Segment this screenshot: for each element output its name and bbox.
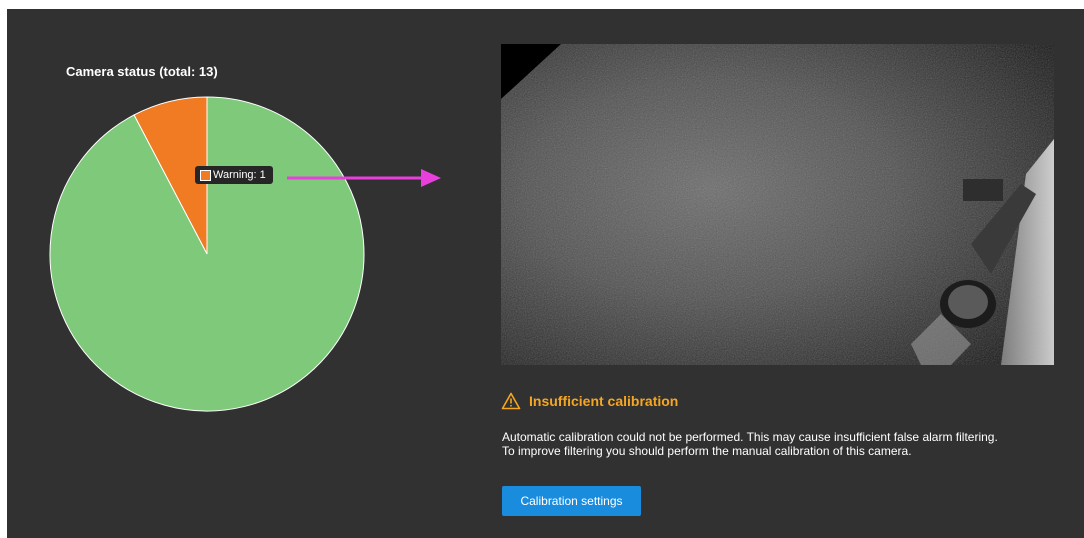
chart-title: Camera status (total: 13) — [66, 64, 218, 79]
pie-tooltip: Warning: 1 — [195, 166, 273, 184]
warning-title: Insufficient calibration — [529, 393, 679, 409]
warning-message-line-2: To improve filtering you should perform … — [502, 444, 912, 458]
warning-message-line-1: Automatic calibration could not be perfo… — [502, 430, 998, 444]
camera-status-panel: Camera status (total: 13) Warning: 1 Ins… — [7, 9, 1084, 538]
arrow-right-icon — [287, 169, 441, 187]
warning-triangle-icon — [501, 392, 521, 410]
camera-snapshot — [501, 44, 1054, 365]
warning-heading: Insufficient calibration — [501, 392, 678, 410]
camera-status-pie-chart — [49, 96, 365, 412]
pie-slice-ok[interactable] — [49, 96, 365, 412]
tooltip-swatch — [200, 169, 211, 181]
warning-message: Automatic calibration could not be perfo… — [502, 430, 998, 458]
tooltip-label: Warning: 1 — [213, 169, 266, 181]
calibration-settings-button[interactable]: Calibration settings — [502, 486, 641, 516]
